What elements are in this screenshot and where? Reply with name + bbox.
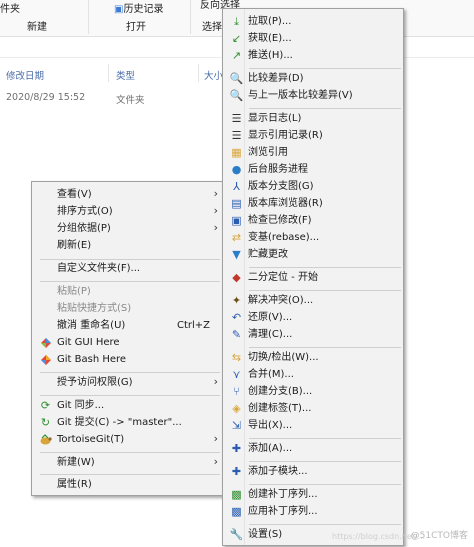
shortcut-label: Ctrl+Z: [176, 320, 210, 331]
column-header-type[interactable]: 类型: [116, 68, 135, 82]
column-separator[interactable]: [198, 64, 199, 82]
chevron-right-icon: ›: [213, 375, 218, 388]
tag-icon: ◈: [232, 402, 241, 415]
chevron-right-icon: ›: [213, 455, 218, 468]
menu-item-apply-patch[interactable]: ▩ 应用补丁序列...: [223, 502, 403, 521]
menu-item-properties[interactable]: 属性(R): [32, 475, 224, 494]
column-header-size[interactable]: 大小: [204, 68, 223, 82]
add-icon: ✚: [231, 442, 242, 455]
fetch-icon: ↙: [231, 32, 242, 45]
chevron-right-icon: ›: [213, 204, 218, 217]
ribbon-separator: [88, 0, 89, 34]
stash-icon: ▼: [232, 248, 241, 261]
check-modifications-icon: ▣: [231, 214, 242, 227]
create-patch-icon: ▩: [231, 488, 242, 501]
tortoisegit-icon: [39, 433, 52, 446]
chevron-right-icon: ›: [213, 221, 218, 234]
context-menu: 查看(V) › 排序方式(O) › 分组依据(P) › 刷新(E) 自定义文件夹(F)…: [31, 181, 225, 496]
column-header-date[interactable]: 修改日期: [6, 68, 44, 82]
menu-item-bisect[interactable]: ◆ 二分定位 - 开始: [223, 268, 403, 287]
row-date[interactable]: 2020/8/29 15:52: [6, 92, 85, 103]
push-icon: ↗: [231, 49, 242, 62]
menu-item-grant-access[interactable]: 授予访问权限(G) ›: [32, 373, 224, 392]
menu-item-add[interactable]: ✚ 添加(A)...: [223, 439, 403, 458]
menu-item-push[interactable]: ↗ 推送(H)...: [223, 46, 403, 65]
menu-item-refresh[interactable]: 刷新(E): [32, 236, 224, 255]
bisect-icon: ◆: [232, 271, 241, 284]
menu-item-add-submodule[interactable]: ✚ 添加子模块...: [223, 462, 403, 481]
menu-item-customize-folder[interactable]: 自定义文件夹(F)...: [32, 259, 224, 278]
menu-item-git-bash[interactable]: Git Bash Here: [32, 350, 224, 369]
merge-icon: ⋎: [232, 368, 241, 381]
resolve-icon: ✦: [231, 294, 242, 307]
menu-item-new[interactable]: 新建(W) ›: [32, 453, 224, 472]
diff-previous-icon: 🔍: [229, 89, 244, 102]
watermark: @51CTO博客: [410, 531, 468, 541]
reflog-icon: ☰: [231, 129, 242, 142]
menu-item-tortoisegit[interactable]: TortoiseGit(T) ›: [32, 430, 224, 449]
menu-item-export[interactable]: ⇲ 导出(X)...: [223, 416, 403, 435]
folder-tab[interactable]: 件夹: [0, 0, 20, 15]
history-label: 历史记录: [123, 4, 164, 15]
pull-icon: ⤓: [234, 15, 239, 28]
browse-references-icon: ▦: [231, 146, 242, 159]
add-submodule-icon: ✚: [231, 465, 242, 478]
diff-icon: 🔍: [229, 72, 244, 85]
row-type[interactable]: 文件夹: [116, 92, 145, 106]
new-group-label: 新建: [27, 22, 47, 33]
open-group-label: 打开: [126, 22, 146, 33]
rebase-icon: ⇄: [231, 231, 242, 244]
switch-icon: ⇆: [231, 351, 242, 364]
revision-graph-icon: ⅄: [233, 180, 240, 193]
git-gui-icon: [39, 336, 52, 349]
log-icon: ☰: [231, 112, 242, 125]
settings-icon: 🔧: [229, 528, 244, 541]
ribbon-separator: [190, 0, 191, 34]
select-group-label: 选择: [202, 22, 222, 33]
daemon-icon: ●: [231, 163, 242, 176]
tortoisegit-submenu: ⤓ 拉取(P)... ↙ 获取(E)... ↗ 推送(H)... 🔍 比较差异(D) 🔍…: [222, 8, 404, 546]
git-bash-icon: [39, 353, 52, 366]
menu-item-diff-previous[interactable]: 🔍 与上一版本比较差异(V): [223, 86, 403, 105]
git-sync-icon: ⟳: [40, 399, 51, 412]
chevron-right-icon: ›: [213, 187, 218, 200]
menu-item-cleanup[interactable]: ✎ 清理(C)...: [223, 325, 403, 344]
column-separator[interactable]: [108, 64, 109, 82]
history-button[interactable]: ▣历史记录: [114, 0, 163, 15]
repo-browser-icon: ▤: [231, 197, 242, 210]
menu-item-stash[interactable]: ▼ 贮藏更改: [223, 245, 403, 264]
cleanup-icon: ✎: [231, 328, 242, 341]
export-icon: ⇲: [231, 419, 242, 432]
chevron-right-icon: ›: [213, 432, 218, 445]
branch-icon: ⑂: [233, 385, 240, 398]
revert-icon: ↶: [231, 311, 242, 324]
git-commit-icon: ↻: [40, 416, 51, 429]
apply-patch-icon: ▩: [231, 505, 242, 518]
